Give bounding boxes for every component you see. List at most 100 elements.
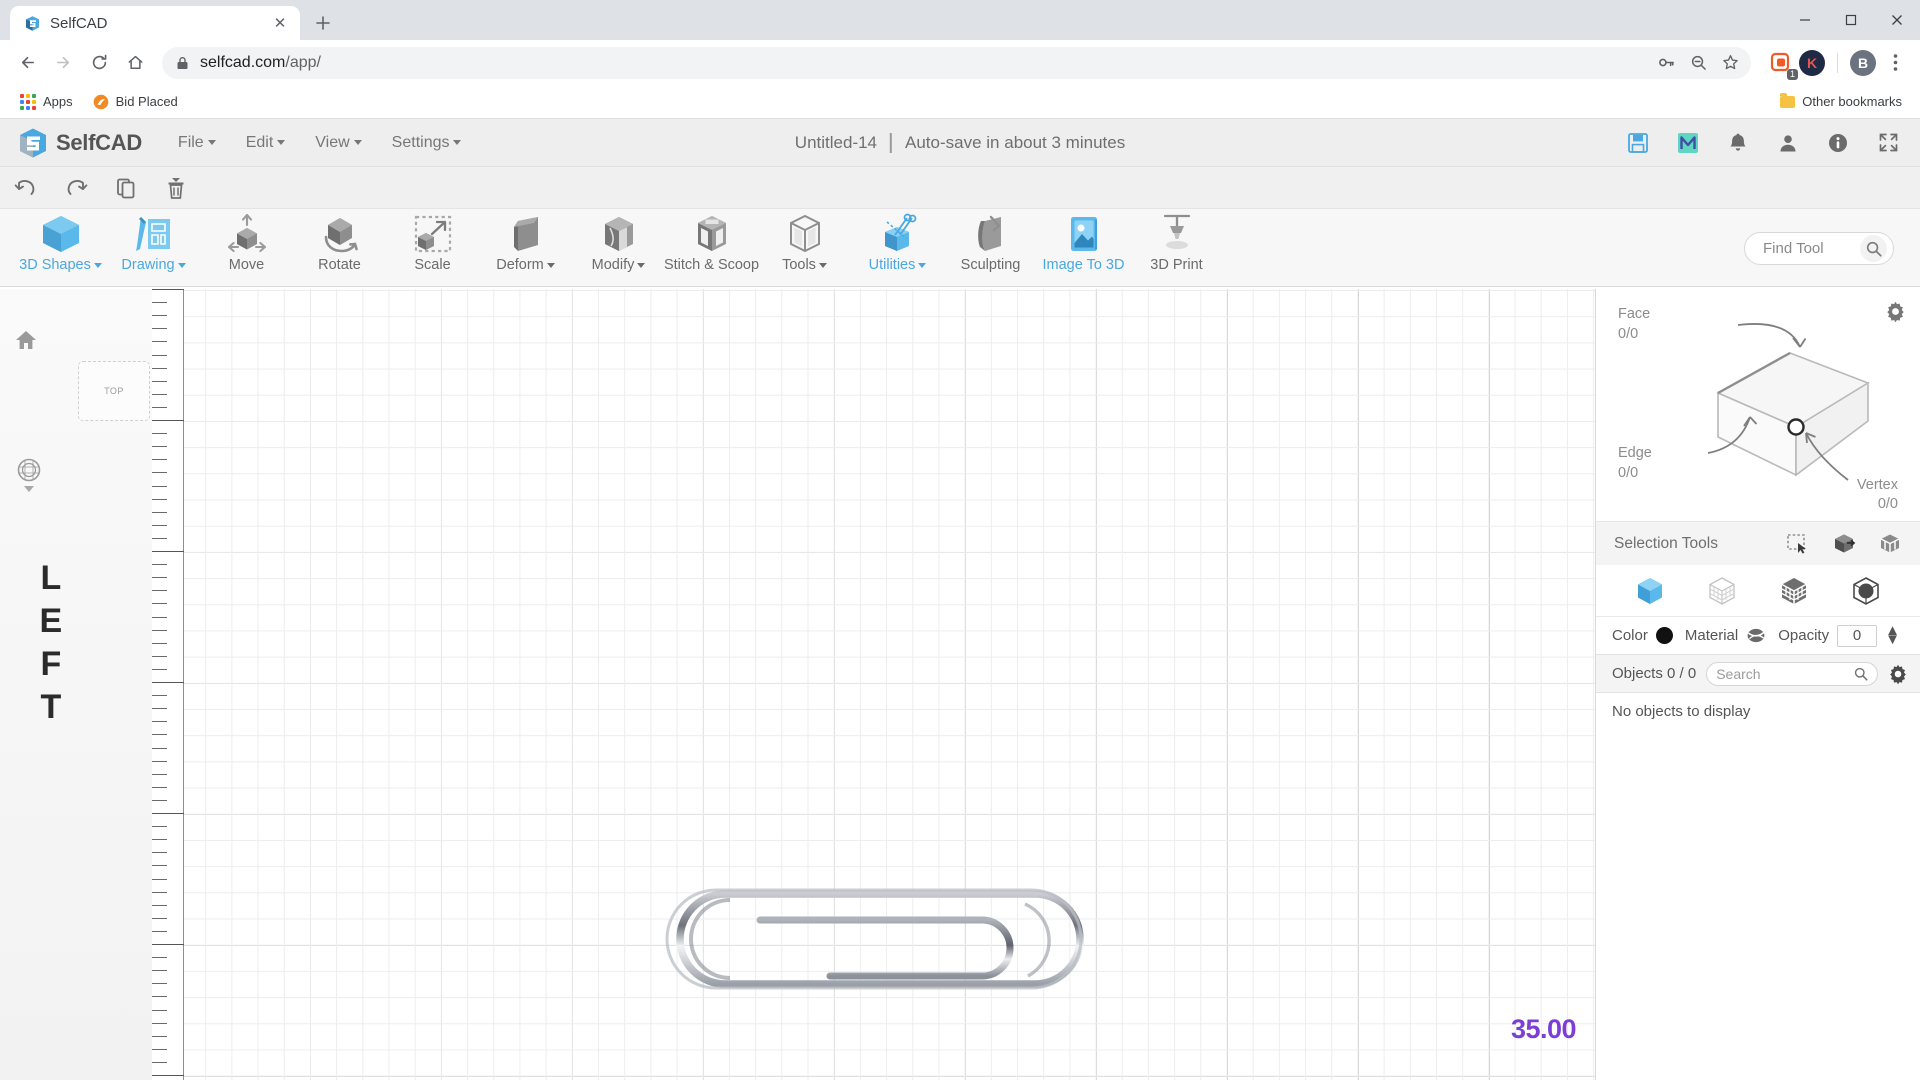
tool-sculpting[interactable]: Sculpting [944,209,1037,285]
tool-tools[interactable]: Tools [758,209,851,285]
objects-search-input[interactable]: Search [1706,661,1878,686]
zoom-out-icon[interactable] [1683,48,1713,78]
mesh-mode-icon[interactable] [1779,576,1809,606]
menu-edit[interactable]: Edit [246,134,286,152]
forward-arrow-icon[interactable] [46,46,80,80]
other-bookmarks[interactable]: Other bookmarks [1774,90,1908,113]
fullscreen-icon[interactable] [1876,131,1900,155]
selection-tool-icons [1786,533,1902,555]
tool-label: Sculpting [960,257,1021,273]
tool-label: Drawing [121,257,186,273]
bell-icon[interactable] [1726,131,1750,155]
tool-utilities[interactable]: Utilities [851,209,944,285]
selection-diagram: Face 0/0 Edge 0/0 Vertex 0/0 [1596,289,1920,521]
bookmark-bid-placed[interactable]: Bid Placed [85,90,186,114]
bookmark-apps[interactable]: Apps [12,90,81,114]
app-logo[interactable]: SelfCAD [18,127,142,159]
reload-icon[interactable] [82,46,116,80]
model-paperclip[interactable] [630,864,1150,1024]
opacity-input[interactable]: 0 [1837,624,1878,647]
object-mode-icon[interactable] [1635,576,1665,606]
app-menubar: File Edit View Settings [178,134,462,152]
box-select-icon[interactable] [1832,533,1856,555]
key-icon[interactable] [1651,48,1681,78]
mesh-m-icon[interactable] [1676,131,1700,155]
copy-icon[interactable] [112,175,140,201]
extension-icon[interactable]: 1 [1767,49,1798,80]
tool-stitch-scoop[interactable]: Stitch & Scoop [664,209,759,285]
home-view-icon[interactable] [14,329,38,351]
drawing-pencil-icon [132,213,176,255]
chevron-down-icon [177,262,186,268]
chevron-down-icon [637,262,646,268]
rect-select-icon[interactable] [1786,533,1810,555]
minimize-icon[interactable] [1782,0,1828,40]
stepper-down-icon[interactable]: ▼ [1885,632,1900,647]
color-swatch[interactable] [1655,627,1673,644]
vertical-ruler[interactable] [152,289,184,1080]
rotate-icon [318,213,362,255]
delete-icon[interactable] [162,175,190,201]
profile-b-avatar[interactable]: B [1850,49,1876,76]
maximize-icon[interactable] [1828,0,1874,40]
face-count: Face 0/0 [1618,306,1651,342]
chevron-down-icon [918,262,927,268]
divider [890,132,893,153]
objects-header: Objects 0 / 0 Search [1596,655,1920,693]
menu-settings[interactable]: Settings [392,134,462,152]
save-icon[interactable] [1626,131,1650,155]
tools-icon [783,213,827,255]
new-tab-button[interactable] [308,8,338,38]
tool-label: Scale [414,257,451,273]
view-cube[interactable]: TOP [78,361,150,421]
viewport-3d[interactable]: 35.00 Y X Z TOP [0,289,1595,1080]
tool-3d-print[interactable]: 3D Print [1130,209,1223,285]
search-icon[interactable] [1860,235,1887,262]
tool-label: Image To 3D [1042,257,1125,273]
snap-target-icon[interactable] [16,457,42,492]
address-bar[interactable]: selfcad.com/app/ [162,46,1751,79]
close-icon[interactable]: ✕ [270,13,290,33]
display-mode-row [1596,565,1920,617]
tool-rotate[interactable]: Rotate [293,209,386,285]
document-title-area: Untitled-14 Auto-save in about 3 minutes [795,132,1125,153]
menu-view[interactable]: View [315,134,362,152]
chevron-down-icon[interactable] [24,486,34,492]
search-icon[interactable] [1854,667,1868,681]
opacity-stepper[interactable]: ▲ ▼ [1885,623,1900,648]
tool-label: Deform [496,257,555,273]
document-title[interactable]: Untitled-14 [795,133,877,153]
browser-tab[interactable]: SelfCAD ✕ [10,6,300,40]
menu-file[interactable]: File [178,134,216,152]
sculpting-icon [969,213,1013,255]
shaded-mode-icon[interactable] [1851,576,1881,606]
chevron-down-icon [353,140,362,145]
tool-modify[interactable]: Modify [572,209,665,285]
ribbon-toolbar: 3D Shapes Drawing Move Rotate Scale Defo… [0,209,1920,287]
bookmark-star-icon[interactable] [1715,48,1745,78]
back-arrow-icon[interactable] [10,46,44,80]
tool-drawing[interactable]: Drawing [107,209,200,285]
tool-image-to-3d[interactable]: Image To 3D [1037,209,1130,285]
profile-k-avatar[interactable]: K [1799,49,1825,76]
redo-icon[interactable] [62,175,90,201]
wireframe-mode-icon[interactable] [1707,576,1737,606]
material-sphere-icon[interactable] [1746,627,1766,644]
window-close-icon[interactable] [1874,0,1920,40]
home-icon[interactable] [118,46,152,80]
undo-icon[interactable] [12,175,40,201]
tool-move[interactable]: Move [200,209,293,285]
through-select-icon[interactable] [1878,533,1902,555]
info-icon[interactable] [1826,131,1850,155]
gear-icon[interactable] [1888,664,1908,684]
account-icon[interactable] [1776,131,1800,155]
omnibox-actions [1651,48,1745,78]
tool-label: Move [228,257,265,273]
tool-3d-shapes[interactable]: 3D Shapes [14,209,107,285]
kebab-menu-icon[interactable] [1880,53,1910,72]
extension-icons: 1 K B [1761,49,1910,80]
tab-title: SelfCAD [50,14,108,32]
tool-scale[interactable]: Scale [386,209,479,285]
find-tool-input[interactable]: Find Tool [1744,232,1894,265]
tool-deform[interactable]: Deform [479,209,572,285]
